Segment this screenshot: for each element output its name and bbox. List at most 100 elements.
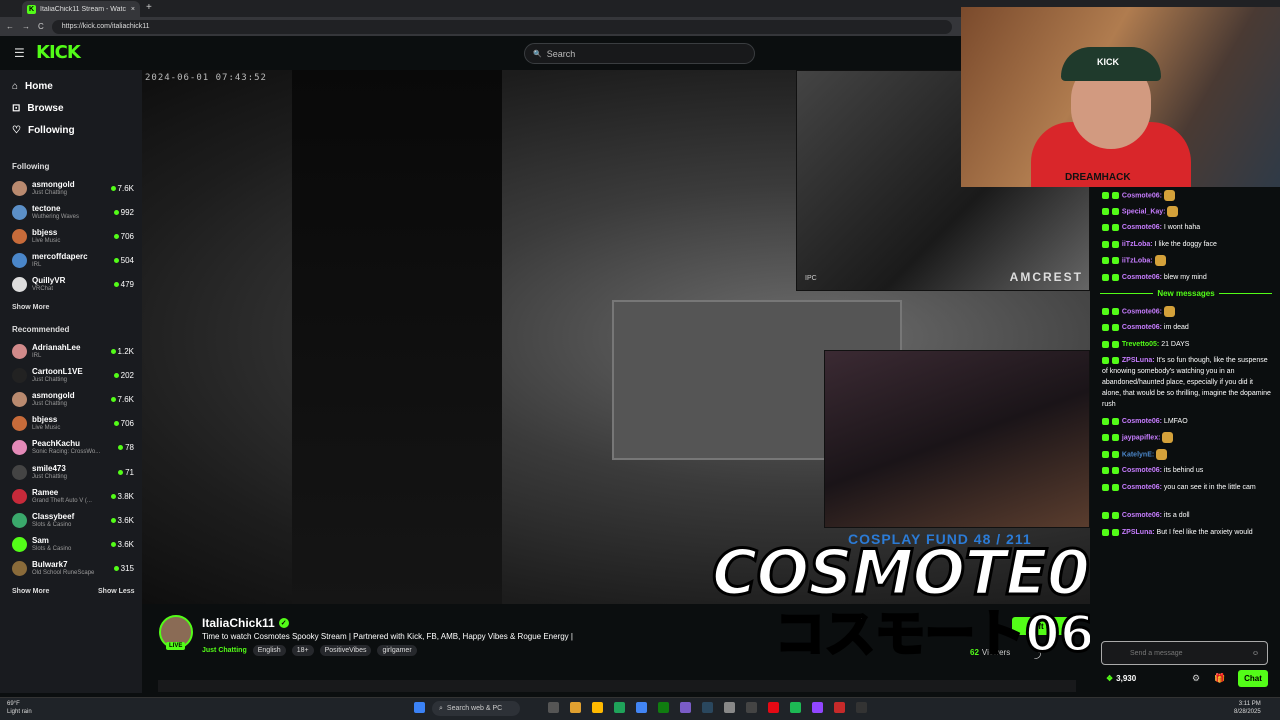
chat-username[interactable]: Cosmote06: — [1122, 224, 1164, 231]
chat-username[interactable]: Cosmote06: — [1122, 324, 1164, 331]
twitch-icon[interactable] — [812, 702, 823, 713]
stream-title: Time to watch Cosmotes Spooky Stream | P… — [202, 632, 573, 641]
menu-icon[interactable]: ☰ — [14, 46, 25, 60]
kick-logo[interactable]: KICK — [36, 42, 81, 63]
channel-avatar — [12, 561, 27, 577]
chat-username[interactable]: Cosmote06: — [1122, 484, 1164, 491]
recommended-channel-item[interactable]: asmongold Just Chatting 7.6K — [12, 387, 134, 411]
channel-name: Ramee — [32, 487, 59, 497]
channel-name[interactable]: ItaliaChick11 ✓ — [202, 616, 289, 630]
recommended-channel-item[interactable]: CartoonL1VE Just Chatting 202 — [12, 363, 134, 387]
taskbar-clock[interactable]: 3:11 PM 8/28/2025 — [1234, 700, 1261, 716]
show-more-recommended-button[interactable]: Show More — [12, 588, 49, 595]
badge-icon — [1102, 511, 1109, 519]
chat-username[interactable]: Cosmote06: — [1122, 418, 1164, 425]
chat-username[interactable]: ZPSLuna: — [1122, 357, 1157, 364]
recommended-channel-item[interactable]: Sam Slots & Casino 3.6K — [12, 533, 134, 557]
channel-viewers: 479 — [113, 280, 134, 289]
channel-avatar — [12, 488, 27, 504]
chat-username[interactable]: iiTzLoba: — [1122, 257, 1155, 264]
cosmote-webcam: DREAMHACK KICK — [961, 7, 1280, 187]
taskbar-search[interactable]: ⌕ Search web & PC — [432, 701, 520, 716]
browser-tab[interactable]: K ItaliaChick11 Stream - Watc × — [22, 1, 140, 17]
following-channel-item[interactable]: mercoffdaperc IRL 504 — [12, 249, 134, 273]
url-field[interactable]: https://kick.com/italiachick11 — [51, 19, 952, 34]
forward-icon[interactable]: → — [22, 22, 30, 31]
chat-settings-icon[interactable]: ⚙ — [1192, 673, 1200, 684]
chrome-icon[interactable] — [636, 702, 647, 713]
chat-username[interactable]: iiTzLoba: — [1122, 241, 1155, 248]
badge-icon — [1111, 356, 1119, 364]
spotify-icon[interactable] — [790, 702, 801, 713]
search-input[interactable]: 🔍 Search — [524, 43, 755, 64]
following-channel-item[interactable]: bbjess Live Music 706 — [12, 224, 134, 248]
chat-username[interactable]: Cosmote06: — [1122, 274, 1164, 281]
nav-home[interactable]: ⌂ Home — [12, 81, 53, 92]
tag-18plus[interactable]: 18+ — [291, 645, 314, 656]
badge-icon — [1111, 323, 1119, 331]
gift-icon[interactable]: 🎁 — [1214, 673, 1225, 684]
app-red-icon[interactable] — [834, 702, 845, 713]
following-channel-item[interactable]: asmongold Just Chatting 7.6K — [12, 176, 134, 200]
back-icon[interactable]: ← — [6, 22, 14, 31]
weather-widget[interactable]: 69°F Light rain — [7, 700, 32, 716]
chat-username[interactable]: ZPSLuna: — [1122, 529, 1157, 536]
app-dark-icon[interactable] — [856, 702, 867, 713]
channel-avatar — [12, 253, 27, 269]
folder-icon[interactable] — [592, 702, 603, 713]
channel-points[interactable]: ❖ 3,930 — [1106, 674, 1136, 683]
nav-browse[interactable]: ⊡ Browse — [12, 103, 64, 114]
app-icon[interactable] — [724, 702, 735, 713]
chat-message: Cosmote06: its a doll — [1102, 510, 1272, 521]
recommended-channel-item[interactable]: smile473 Just Chatting 71 — [12, 460, 134, 484]
chat-message: Cosmote06: — [1102, 190, 1272, 201]
chat-username[interactable]: Cosmote06: — [1122, 192, 1164, 199]
windows-start-icon[interactable] — [414, 702, 425, 713]
chat-message: ZPSLuna: It's so fun though, like the su… — [1102, 355, 1272, 410]
chat-username[interactable]: KatelynE: — [1122, 451, 1156, 458]
recommended-channel-item[interactable]: Bulwark7 Old School RuneScape 315 — [12, 557, 134, 581]
chat-username[interactable]: Cosmote06: — [1122, 512, 1164, 519]
recommended-channel-item[interactable]: bbjess Live Music 706 — [12, 412, 134, 436]
close-tab-icon[interactable]: × — [131, 6, 135, 13]
chat-username[interactable]: Cosmote06: — [1122, 467, 1164, 474]
chat-username[interactable]: jaypapiflex: — [1122, 434, 1162, 441]
show-less-button[interactable]: Show Less — [98, 588, 135, 595]
tag-english[interactable]: English — [252, 645, 286, 656]
following-channel-item[interactable]: tectone Wuthering Waves 992 — [12, 200, 134, 224]
category-link[interactable]: Just Chatting — [202, 647, 247, 654]
recommended-channel-item[interactable]: Classybeef Slots & Casino 3.6K — [12, 508, 134, 532]
edge-icon[interactable] — [614, 702, 625, 713]
following-channel-item[interactable]: QuillyVR VRChat 479 — [12, 273, 134, 297]
recommended-channel-item[interactable]: AdrianahLee IRL 1.2K — [12, 339, 134, 363]
taskbar-search-label: Search web & PC — [446, 705, 503, 712]
recommended-channel-item[interactable]: Ramee Grand Theft Auto V (... 3.8K — [12, 484, 134, 508]
clock-time: 3:11 PM — [1238, 701, 1261, 707]
emoji-icon[interactable]: ☺ — [1252, 650, 1259, 657]
channel-category: IRL — [32, 262, 42, 269]
show-more-following-button[interactable]: Show More — [12, 304, 49, 311]
channel-category: Live Music — [32, 237, 61, 244]
obs-icon[interactable] — [746, 702, 757, 713]
new-messages-divider[interactable]: New messages — [1100, 289, 1272, 298]
tag-girlgamer[interactable]: girlgamer — [377, 645, 417, 656]
tag-positivevibes[interactable]: PositiveVibes — [319, 645, 372, 656]
reload-icon[interactable]: C — [38, 22, 44, 31]
nav-following[interactable]: ♡ Following — [12, 125, 75, 136]
emote-icon — [1167, 206, 1179, 217]
file-explorer-icon[interactable] — [570, 702, 581, 713]
new-tab-icon[interactable]: + — [146, 2, 152, 13]
channel-name: asmongold — [32, 390, 75, 400]
xbox-icon[interactable] — [658, 702, 669, 713]
steam-icon[interactable] — [702, 702, 713, 713]
chat-username[interactable]: Cosmote06: — [1122, 308, 1164, 315]
chat-username[interactable]: Special_Kay: — [1122, 208, 1168, 215]
netflix-icon[interactable] — [768, 702, 779, 713]
discord-icon[interactable] — [680, 702, 691, 713]
chat-input[interactable]: Send a message ☺ — [1101, 641, 1268, 665]
task-view-icon[interactable] — [548, 702, 559, 713]
channel-name: Classybeef — [32, 511, 75, 521]
send-chat-button[interactable]: Chat — [1238, 670, 1268, 687]
recommended-channel-item[interactable]: PeachKachu Sonic Racing: CrossWo... 78 — [12, 436, 134, 460]
chat-username[interactable]: Trevetto05: — [1122, 341, 1161, 348]
